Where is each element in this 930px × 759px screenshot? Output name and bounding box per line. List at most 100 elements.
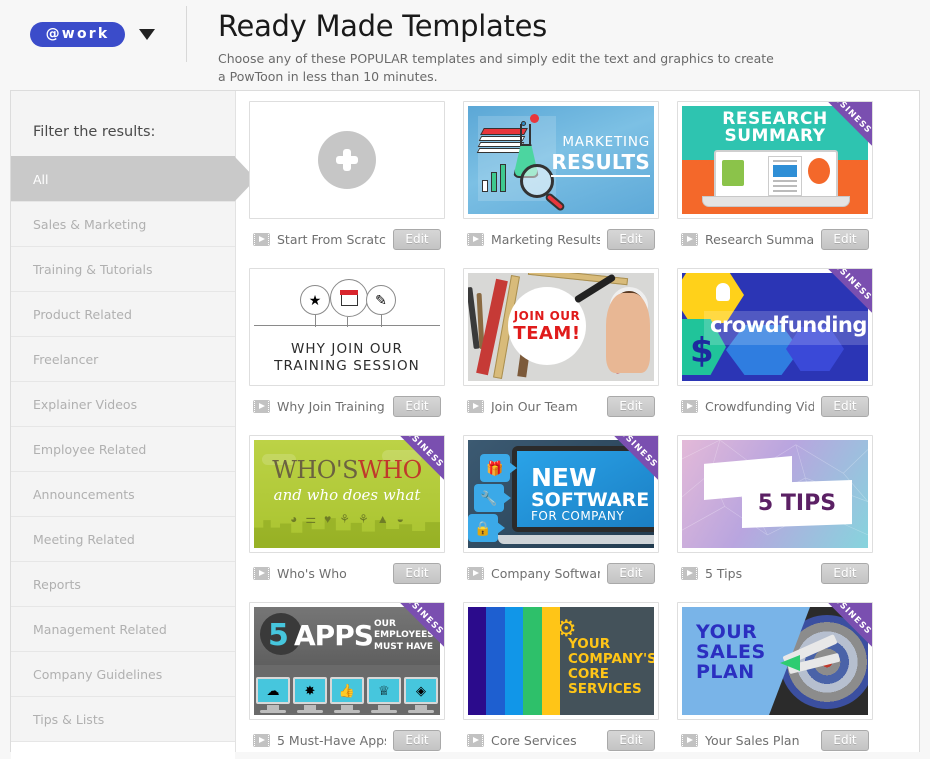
- template-title: 5 Tips: [705, 565, 743, 581]
- filter-item-training-tutorials[interactable]: Training & Tutorials: [11, 246, 235, 291]
- template-title: 5 Must-Have Apps: [277, 732, 386, 748]
- template-thumbnail[interactable]: YOUR SALES PLAN BUSINESS: [677, 602, 873, 720]
- play-video-icon[interactable]: [681, 566, 698, 580]
- filter-item-label: Employee Related: [33, 441, 147, 457]
- filter-item-announcements[interactable]: Announcements: [11, 471, 235, 516]
- template-card-footer: Start From Scratch Edit: [249, 219, 445, 259]
- edit-button[interactable]: Edit: [607, 562, 655, 584]
- filter-item-tips-lists[interactable]: Tips & Lists: [11, 696, 235, 741]
- filter-list: All Sales & Marketing Training & Tutorials…: [11, 156, 256, 741]
- template-thumbnail[interactable]: 5 TIPS: [677, 435, 873, 553]
- filter-item-explainer-videos[interactable]: Explainer Videos: [11, 381, 235, 426]
- edit-button[interactable]: Edit: [821, 395, 869, 417]
- thumbnail-artwork: ⚙ YOUR COMPANY'S CORE SERVICES: [468, 607, 654, 715]
- template-title: Marketing Results: [491, 231, 600, 247]
- edit-button[interactable]: Edit: [821, 562, 869, 584]
- play-video-icon[interactable]: [681, 399, 698, 413]
- template-card: crowdfunding$BUSINESS Crowdfunding Video E…: [677, 268, 873, 435]
- template-title: Start From Scratch: [277, 231, 386, 247]
- edit-button[interactable]: Edit: [393, 395, 441, 417]
- filter-item-label: Meeting Related: [33, 531, 135, 547]
- filter-item-label: Product Related: [33, 306, 132, 322]
- edit-button[interactable]: Edit: [821, 228, 869, 250]
- page-title: Ready Made Templates: [218, 9, 547, 43]
- edit-button[interactable]: Edit: [393, 562, 441, 584]
- edit-button[interactable]: Edit: [607, 729, 655, 751]
- sidebar-tail: [11, 741, 235, 759]
- play-video-icon[interactable]: [253, 566, 270, 580]
- templates-grid-area: Start From Scratch Edit MARKETING RESULTS Ma…: [236, 91, 919, 752]
- template-thumbnail[interactable]: RESEARCH SUMMARY BUSINESS: [677, 101, 873, 219]
- filter-item-product-related[interactable]: Product Related: [11, 291, 235, 336]
- template-card: YOUR SALES PLAN BUSINESS Your Sales Plan Edit: [677, 602, 873, 752]
- template-thumbnail[interactable]: JOIN OUR TEAM!: [463, 268, 659, 386]
- work-brand-pill[interactable]: @work: [29, 22, 126, 47]
- filter-item-label: Training & Tutorials: [33, 261, 153, 277]
- template-card: RESEARCHSUMMARYBUSINESS Research Summary E…: [677, 101, 873, 268]
- thumbnail-artwork: 5 TIPS: [682, 440, 868, 548]
- template-card: ★ ✎ WHY JOIN OUR TRAINING SESSION Why Join T…: [249, 268, 445, 435]
- template-card: 5 TIPS 5 Tips Edit: [677, 435, 873, 602]
- thumbnail-artwork: NEW SOFTWARE FOR COMPANY 🎁 🔧 🔒: [468, 440, 654, 548]
- template-title: Research Summary: [705, 231, 814, 247]
- filter-item-meeting-related[interactable]: Meeting Related: [11, 516, 235, 561]
- edit-button[interactable]: Edit: [607, 395, 655, 417]
- page-header: @work Ready Made Templates Choose any of…: [0, 0, 930, 88]
- thumbnail-artwork: YOUR SALES PLAN: [682, 607, 868, 715]
- filter-item-reports[interactable]: Reports: [11, 561, 235, 606]
- template-thumbnail[interactable]: 5 APPS OUR EMPLOYEES MUST HAVE ☁ ✸ 👍 ♕ ◈ BUSINESS: [249, 602, 445, 720]
- template-thumbnail[interactable]: MARKETING RESULTS: [463, 101, 659, 219]
- page-subtitle: Choose any of these POPULAR templates an…: [218, 51, 774, 85]
- template-thumbnail[interactable]: ★ ✎ WHY JOIN OUR TRAINING SESSION: [249, 268, 445, 386]
- play-video-icon[interactable]: [467, 399, 484, 413]
- filter-item-freelancer[interactable]: Freelancer: [11, 336, 235, 381]
- edit-button[interactable]: Edit: [607, 228, 655, 250]
- template-card: ⚙ YOUR COMPANY'S CORE SERVICES Core Services E…: [463, 602, 659, 752]
- edit-button[interactable]: Edit: [393, 729, 441, 751]
- template-card-footer: Company Software Edit: [463, 553, 659, 593]
- filter-item-label: Explainer Videos: [33, 396, 138, 412]
- thumbnail-artwork: WHO'SWHO and who does what ◕ ⚌ ♥ ⚘ ⚘ ▲ ◒: [254, 440, 440, 548]
- template-card-footer: Why Join Training Edit: [249, 386, 445, 426]
- content-panel: Filter the results: All Sales & Marketing…: [10, 90, 920, 759]
- edit-button[interactable]: Edit: [821, 729, 869, 751]
- template-card-footer: Your Sales Plan Edit: [677, 720, 873, 752]
- play-video-icon[interactable]: [467, 733, 484, 747]
- template-card-footer: Who's Who Edit: [249, 553, 445, 593]
- play-video-icon[interactable]: [467, 566, 484, 580]
- template-title: Company Software: [491, 565, 600, 581]
- template-card-footer: Crowdfunding Video Edit: [677, 386, 873, 426]
- thumbnail-artwork: [254, 106, 440, 214]
- filter-item-company-guidelines[interactable]: Company Guidelines: [11, 651, 235, 696]
- filter-item-management-related[interactable]: Management Related: [11, 606, 235, 651]
- thumbnail-artwork: JOIN OUR TEAM!: [468, 273, 654, 381]
- play-video-icon[interactable]: [253, 232, 270, 246]
- filter-item-all[interactable]: All: [11, 156, 256, 201]
- edit-button[interactable]: Edit: [393, 228, 441, 250]
- template-card: WHO'SWHO and who does what ◕ ⚌ ♥ ⚘ ⚘ ▲ ◒ BUSINESS…: [249, 435, 445, 602]
- template-card-footer: 5 Must-Have Apps Edit: [249, 720, 445, 752]
- template-title: Your Sales Plan: [705, 732, 800, 748]
- template-card: MARKETING RESULTS Marketing Results Edit: [463, 101, 659, 268]
- template-thumbnail[interactable]: ⚙ YOUR COMPANY'S CORE SERVICES: [463, 602, 659, 720]
- template-card: Start From Scratch Edit: [249, 101, 445, 268]
- template-card-footer: Core Services Edit: [463, 720, 659, 752]
- chevron-down-icon[interactable]: [139, 29, 156, 40]
- template-title: Core Services: [491, 732, 577, 748]
- template-thumbnail[interactable]: [249, 101, 445, 219]
- play-video-icon[interactable]: [253, 399, 270, 413]
- play-video-icon[interactable]: [681, 232, 698, 246]
- filter-item-sales-marketing[interactable]: Sales & Marketing: [11, 201, 235, 246]
- play-video-icon[interactable]: [467, 232, 484, 246]
- filter-sidebar: Filter the results: All Sales & Marketing…: [11, 91, 256, 759]
- filter-item-employee-related[interactable]: Employee Related: [11, 426, 235, 471]
- filter-item-label: Sales & Marketing: [33, 216, 147, 232]
- play-video-icon[interactable]: [253, 733, 270, 747]
- filter-sidebar-title: Filter the results:: [33, 124, 156, 140]
- template-thumbnail[interactable]: WHO'SWHO and who does what ◕ ⚌ ♥ ⚘ ⚘ ▲ ◒ BUSINESS: [249, 435, 445, 553]
- thumbnail-artwork: RESEARCH SUMMARY: [682, 106, 868, 214]
- plus-icon: [318, 131, 376, 189]
- template-thumbnail[interactable]: crowdfunding $ BUSINESS: [677, 268, 873, 386]
- play-video-icon[interactable]: [681, 733, 698, 747]
- template-thumbnail[interactable]: NEW SOFTWARE FOR COMPANY 🎁 🔧 🔒 BUSINESS: [463, 435, 659, 553]
